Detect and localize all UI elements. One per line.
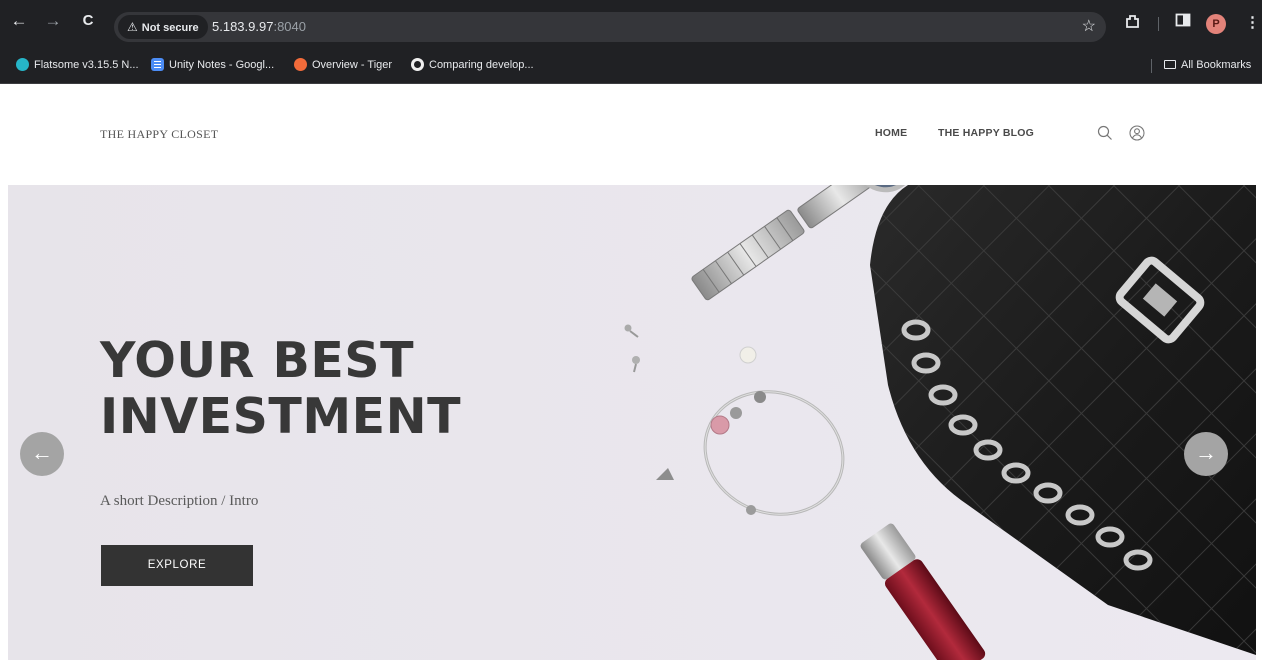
search-icon[interactable] [1096, 124, 1114, 142]
github-icon [411, 57, 424, 71]
bookmark-star-icon[interactable]: ☆ [1082, 12, 1096, 42]
all-bookmarks-label: All Bookmarks [1181, 59, 1252, 71]
flatsome-icon [16, 57, 29, 71]
profile-avatar[interactable]: P [1206, 14, 1226, 34]
tiger-icon [294, 57, 307, 71]
hero-slider: YOUR BEST INVESTMENT A short Description… [8, 185, 1256, 660]
explore-button[interactable]: EXPLORE [101, 545, 253, 586]
bookmark-label: Unity Notes - Googl... [169, 59, 275, 71]
address-bar[interactable]: ⚠ Not secure 5.183.9.97:8040 ☆ [114, 12, 1106, 42]
bookmark-unity-notes[interactable]: Unity Notes - Googl... [151, 56, 274, 74]
hero-title: YOUR BEST INVESTMENT [100, 333, 620, 445]
url-host: 5.183.9.97 [212, 19, 274, 34]
prev-slide-arrow-icon[interactable]: ← [20, 432, 64, 476]
reload-icon[interactable]: C [77, 10, 99, 32]
site-logo[interactable]: THE HAPPY CLOSET [100, 127, 218, 142]
security-chip[interactable]: ⚠ Not secure [118, 15, 208, 39]
hero-title-line-2: INVESTMENT [100, 388, 462, 445]
extensions-icon[interactable] [1124, 12, 1142, 37]
bookmark-comparing-develop[interactable]: Comparing develop... [411, 56, 534, 74]
back-arrow-icon[interactable]: ← [8, 10, 30, 32]
next-slide-arrow-icon[interactable]: → [1184, 432, 1228, 476]
all-bookmarks-button[interactable]: All Bookmarks [1164, 56, 1251, 74]
hero-title-line-1: YOUR BEST [100, 332, 415, 389]
nav-happy-blog[interactable]: THE HAPPY BLOG [938, 127, 1034, 139]
browser-toolbar: ← → C ⚠ Not secure 5.183.9.97:8040 ☆ P ⋮ [0, 0, 1262, 46]
side-panel-icon[interactable] [1175, 12, 1191, 35]
url-text[interactable]: 5.183.9.97:8040 [212, 12, 306, 42]
bookmark-label: Comparing develop... [429, 59, 534, 71]
bookmark-flatsome[interactable]: Flatsome v3.15.5 N... [16, 56, 139, 74]
google-docs-icon [151, 57, 164, 71]
bookmark-overview-tiger[interactable]: Overview - Tiger [294, 56, 392, 74]
url-port: :8040 [273, 19, 306, 34]
hero-subtitle: A short Description / Intro [100, 493, 259, 509]
bookmark-label: Overview - Tiger [312, 59, 393, 71]
bookmarks-divider [1151, 59, 1152, 73]
kebab-menu-icon[interactable]: ⋮ [1245, 12, 1260, 34]
site-header: THE HAPPY CLOSET HOME THE HAPPY BLOG [0, 84, 1262, 185]
toolbar-divider [1158, 17, 1159, 31]
forward-arrow-icon[interactable]: → [42, 10, 64, 32]
folder-icon [1164, 59, 1176, 69]
bookmarks-bar: Flatsome v3.15.5 N... Unity Notes - Goog… [0, 46, 1262, 84]
security-label: Not secure [141, 22, 199, 34]
bookmark-label: Flatsome v3.15.5 N... [34, 59, 139, 71]
account-icon[interactable] [1128, 124, 1146, 142]
warning-triangle-icon: ⚠ [127, 20, 138, 34]
nav-home[interactable]: HOME [875, 127, 907, 139]
